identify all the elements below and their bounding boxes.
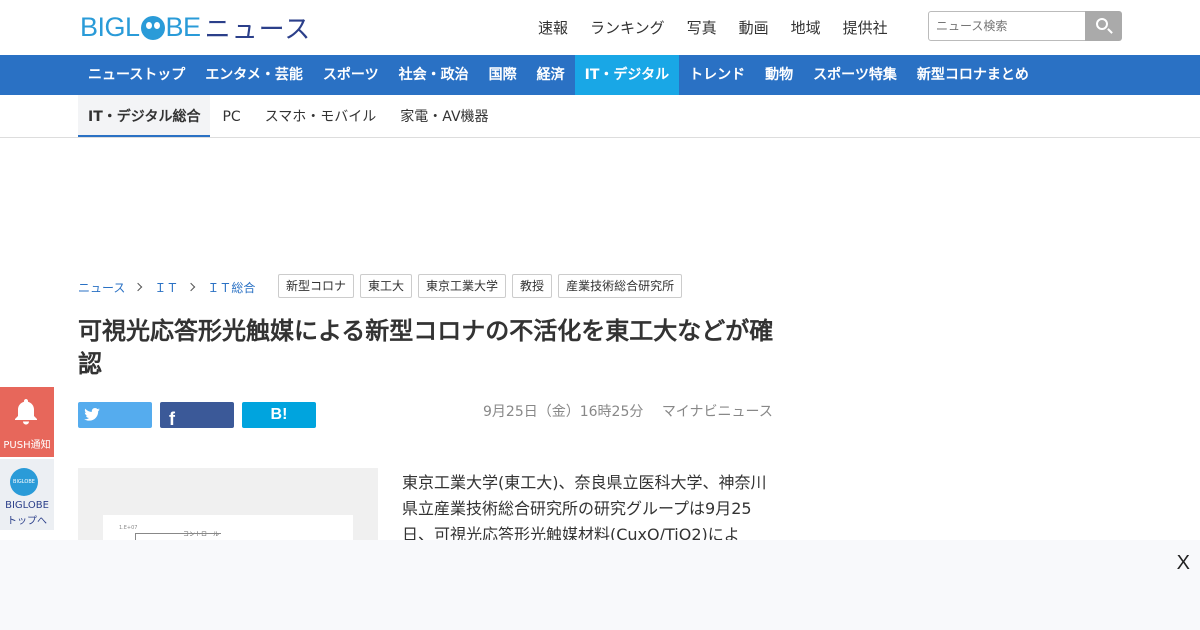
mainnav-corona[interactable]: 新型コロナまとめ: [907, 55, 1039, 95]
site-header: BIGL BE ニュース 速報 ランキング 写真 動画 地域 提供社: [0, 0, 1200, 55]
search-icon: [1096, 18, 1108, 30]
breadcrumb: ニュース ＩＴ ＩＴ総合: [78, 279, 255, 296]
breadcrumb-news[interactable]: ニュース: [78, 279, 125, 296]
push-notification-button[interactable]: PUSH通知: [0, 387, 54, 457]
tag-tokodai[interactable]: 東工大: [360, 274, 413, 298]
article-meta: 9月25日（金）16時25分 マイナビニュース: [483, 401, 787, 421]
top-nav: 速報 ランキング 写真 動画 地域 提供社: [538, 17, 910, 38]
article-source[interactable]: マイナビニュース: [662, 404, 773, 420]
close-overlay-button[interactable]: X: [1177, 552, 1190, 575]
tag-tokyo-tech[interactable]: 東京工業大学: [418, 274, 507, 298]
mainnav-it-digital[interactable]: IT・デジタル: [574, 55, 680, 95]
mainnav-animals[interactable]: 動物: [755, 55, 803, 95]
tag-aist[interactable]: 産業技術総合研究所: [558, 274, 683, 298]
biglobe-ball-icon: BIGLOBE: [10, 468, 38, 496]
ball-text: BIGLOBE: [13, 479, 35, 485]
tag-corona[interactable]: 新型コロナ: [278, 274, 355, 298]
subnav-appliances[interactable]: 家電・AV機器: [388, 95, 500, 137]
facebook-share-button[interactable]: f: [160, 402, 234, 429]
main-nav: ニューストップ エンタメ・芸能 スポーツ 社会・政治 国際 経済 IT・デジタル…: [0, 55, 1200, 95]
mainnav-sports-special[interactable]: スポーツ特集: [803, 55, 907, 95]
subnav-it-general[interactable]: IT・デジタル総合: [78, 95, 211, 137]
sub-nav: IT・デジタル総合 PC スマホ・モバイル 家電・AV機器: [0, 95, 1200, 138]
mainnav-society[interactable]: 社会・政治: [389, 55, 479, 95]
topnav-video[interactable]: 動画: [739, 17, 769, 38]
mainnav-entame[interactable]: エンタメ・芸能: [195, 55, 313, 95]
push-label: PUSH通知: [3, 440, 51, 451]
biglobe-top-button[interactable]: BIGLOBE BIGLOBE トップへ: [0, 459, 54, 530]
article-date: 9月25日（金）16時25分: [483, 404, 644, 420]
twitter-bird-icon: [84, 408, 100, 421]
topnav-ranking[interactable]: ランキング: [590, 17, 665, 38]
bottom-ad-overlay: X: [0, 540, 1200, 630]
breadcrumb-it[interactable]: ＩＴ: [154, 279, 178, 296]
logo-ball-icon: [140, 16, 165, 40]
search-input[interactable]: [928, 11, 1086, 41]
bell-icon: [15, 399, 37, 425]
biglobe-top-sublabel: トップへ: [7, 516, 47, 527]
topnav-provider[interactable]: 提供社: [843, 17, 888, 38]
article-body: 東京工業大学(東工大)、奈良県立医科大学、神奈川県立産業技術総合研究所の研究グル…: [402, 473, 767, 544]
facebook-f-icon: f: [169, 409, 175, 429]
logo-text-bigl: BIGL: [80, 11, 140, 42]
chevron-right-icon: [187, 282, 196, 292]
mainnav-news-top[interactable]: ニューストップ: [78, 55, 195, 95]
tag-list: 新型コロナ 東工大 東京工業大学 教授 産業技術総合研究所: [278, 274, 683, 298]
mainnav-world[interactable]: 国際: [479, 55, 527, 95]
biglobe-news-logo[interactable]: BIGL BE ニュース: [80, 11, 311, 45]
topnav-sokuho[interactable]: 速報: [538, 17, 568, 38]
logo-text-be: BE: [165, 11, 202, 42]
logo-text-news: ニュース: [204, 14, 312, 45]
twitter-share-button[interactable]: [78, 402, 152, 428]
breadcrumb-it-general[interactable]: ＩＴ総合: [207, 279, 255, 296]
biglobe-top-label: BIGLOBE: [5, 500, 49, 511]
hatena-bookmark-button[interactable]: B!: [242, 402, 316, 428]
mainnav-economy[interactable]: 経済: [527, 55, 575, 95]
subnav-smartphone[interactable]: スマホ・モバイル: [253, 95, 389, 137]
tag-professor[interactable]: 教授: [512, 274, 553, 298]
figure-axis-label: 1.E+07: [119, 525, 138, 531]
search-button[interactable]: [1085, 11, 1122, 41]
subnav-pc[interactable]: PC: [210, 95, 252, 137]
chevron-right-icon: [134, 282, 143, 292]
topnav-region[interactable]: 地域: [791, 17, 821, 38]
mainnav-trend[interactable]: トレンド: [679, 55, 755, 95]
topnav-photo[interactable]: 写真: [687, 17, 717, 38]
search-form: [928, 11, 1122, 41]
article-title: 可視光応答形光触媒による新型コロナの不活化を東工大などが確認: [78, 317, 774, 378]
mainnav-sports[interactable]: スポーツ: [313, 55, 389, 95]
